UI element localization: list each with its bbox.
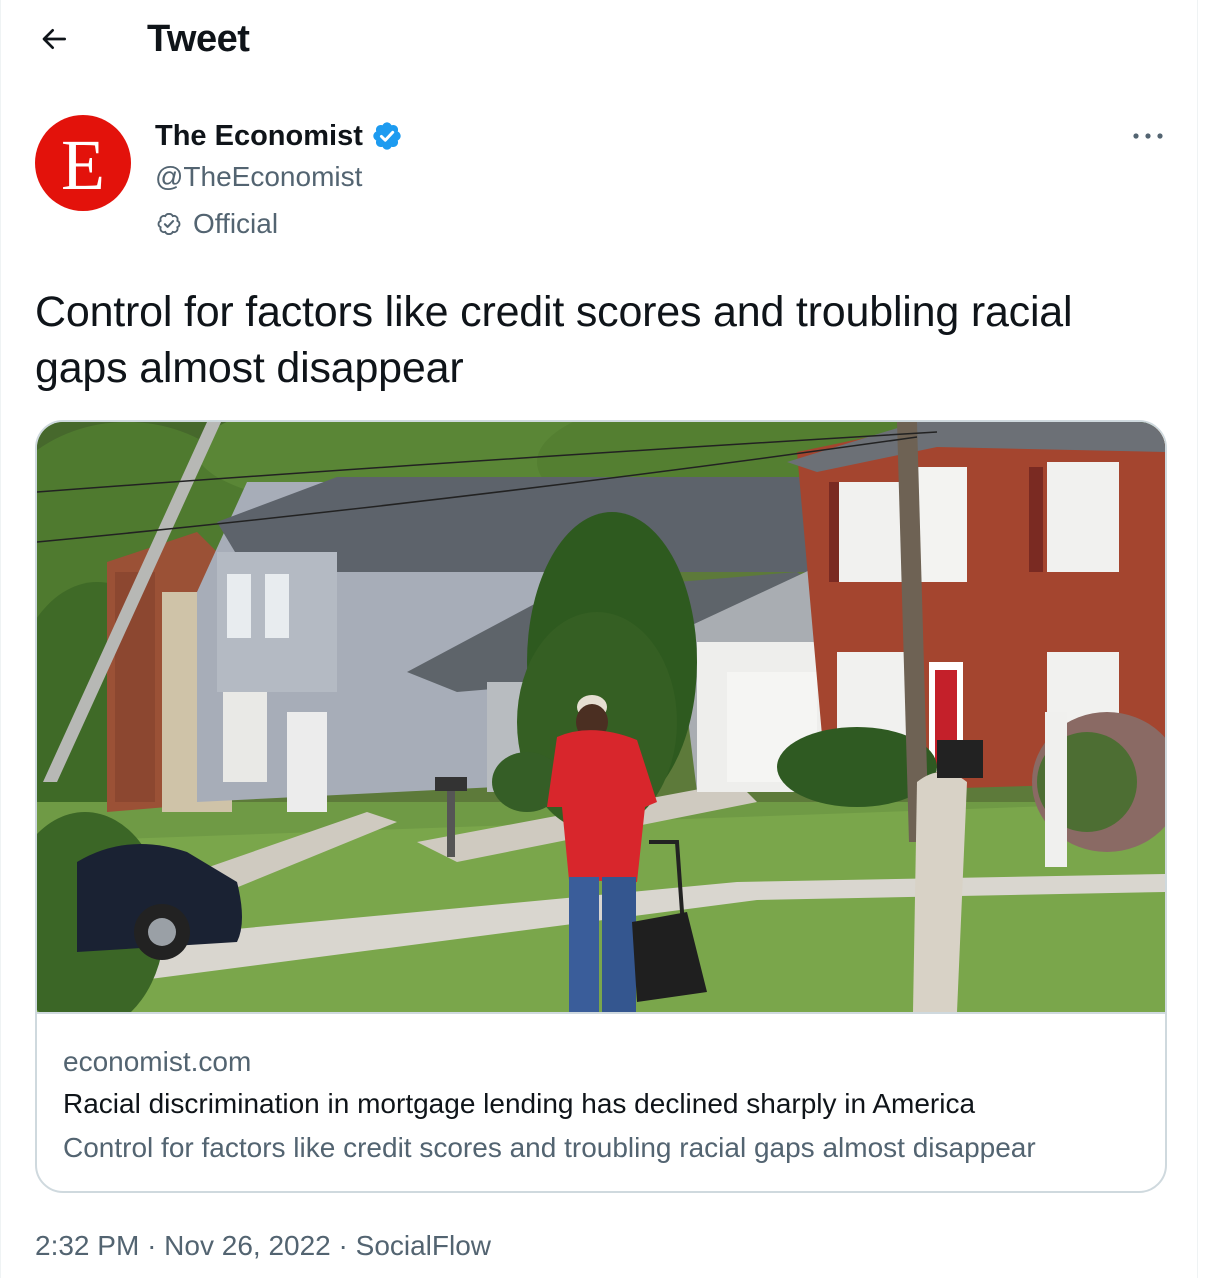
meta-separator: ·	[147, 1230, 157, 1261]
page-header: Tweet	[1, 0, 1199, 80]
meta-separator: ·	[338, 1230, 348, 1261]
card-photo	[37, 422, 1165, 1012]
official-label-row: Official	[155, 204, 278, 244]
card-domain: economist.com	[63, 1046, 252, 1077]
author-name[interactable]: The Economist	[155, 116, 363, 156]
back-button[interactable]	[29, 16, 79, 62]
link-preview-card[interactable]: economist.com Racial discrimination in m…	[35, 420, 1167, 1193]
card-image[interactable]	[37, 422, 1165, 1014]
official-badge-icon	[157, 213, 181, 235]
more-options-button[interactable]	[1125, 118, 1171, 154]
author-name-row: The Economist	[155, 116, 403, 156]
official-label: Official	[193, 208, 279, 239]
arrow-left-icon	[42, 29, 66, 49]
card-description: Control for factors like credit scores a…	[63, 1132, 1036, 1163]
tweet-detail-page: Tweet E The Economist @TheEconomist Offi…	[0, 0, 1198, 1278]
card-title: Racial discrimination in mortgage lendin…	[63, 1088, 976, 1119]
author-handle[interactable]: @TheEconomist	[155, 158, 362, 196]
page-title: Tweet	[147, 18, 250, 60]
tweet-text: Control for factors like credit scores a…	[35, 288, 1073, 392]
more-horizontal-icon	[1133, 133, 1163, 139]
tweet-date[interactable]: Nov 26, 2022	[164, 1230, 331, 1261]
tweet-source[interactable]: SocialFlow	[356, 1230, 491, 1261]
avatar[interactable]: E	[35, 115, 131, 211]
avatar-letter: E	[61, 125, 105, 205]
verified-badge-icon[interactable]	[371, 120, 403, 152]
tweet-time[interactable]: 2:32 PM	[35, 1230, 139, 1261]
tweet-meta: 2:32 PM · Nov 26, 2022 · SocialFlow	[35, 1226, 491, 1266]
